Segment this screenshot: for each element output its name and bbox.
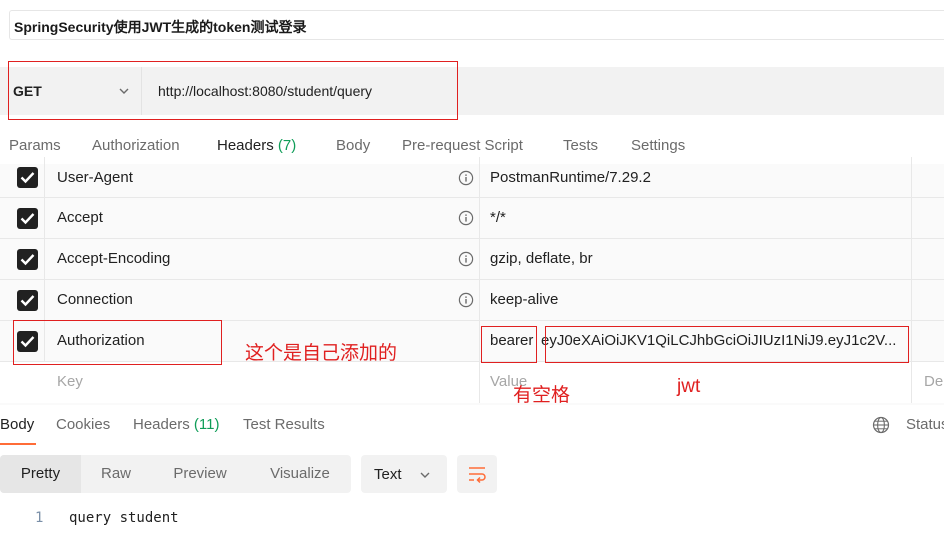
view-pretty[interactable]: Pretty: [0, 455, 81, 493]
header-key[interactable]: Accept-Encoding: [57, 250, 170, 267]
info-icon[interactable]: [458, 210, 474, 226]
method-select[interactable]: GET: [0, 67, 142, 115]
response-tab-test-results[interactable]: Test Results: [243, 416, 325, 433]
view-preview[interactable]: Preview: [151, 455, 249, 493]
header-new-row: Key Value De: [0, 362, 944, 403]
header-value-token[interactable]: eyJ0eXAiOiJKV1QiLCJhbGciOiJIUzI1NiJ9.eyJ…: [541, 332, 896, 349]
response-tab-body[interactable]: Body: [0, 416, 34, 433]
headers-table: User-Agent PostmanRuntime/7.29.2 Accept …: [0, 157, 944, 405]
check-icon: [20, 254, 35, 266]
globe-icon[interactable]: [872, 416, 890, 434]
active-response-tab-indicator: [0, 443, 36, 445]
view-raw[interactable]: Raw: [81, 455, 151, 493]
view-mode-selector: Pretty Raw Preview Visualize: [0, 455, 351, 493]
header-value[interactable]: gzip, deflate, br: [490, 250, 593, 267]
wrap-lines-button[interactable]: [457, 455, 497, 493]
check-icon: [20, 172, 35, 184]
response-tab-headers-count: (11): [193, 416, 220, 433]
annotation-jwt: jwt: [677, 376, 701, 397]
request-name-field[interactable]: SpringSecurity使用JWT生成的token测试登录: [9, 10, 944, 40]
tab-settings[interactable]: Settings: [631, 137, 685, 154]
new-description-input[interactable]: De: [924, 373, 943, 390]
format-select[interactable]: Text: [361, 455, 447, 493]
url-input[interactable]: http://localhost:8080/student/query: [158, 83, 372, 99]
wrap-lines-icon: [469, 467, 486, 484]
chevron-down-icon: [119, 88, 129, 94]
check-icon: [20, 336, 35, 348]
info-icon[interactable]: [458, 251, 474, 267]
view-visualize[interactable]: Visualize: [249, 455, 351, 493]
info-icon[interactable]: [458, 292, 474, 308]
method-label: GET: [13, 83, 42, 99]
check-icon: [20, 213, 35, 225]
header-value-prefix[interactable]: bearer: [490, 332, 533, 349]
header-key[interactable]: User-Agent: [57, 169, 133, 186]
header-key[interactable]: Connection: [57, 291, 133, 308]
response-tabs: Body Cookies Headers (11) Test Results S…: [0, 405, 944, 445]
tab-headers[interactable]: Headers (7): [217, 137, 296, 154]
response-tab-headers-label: Headers: [133, 416, 190, 433]
header-enabled-checkbox[interactable]: [17, 249, 38, 270]
header-enabled-checkbox[interactable]: [17, 290, 38, 311]
header-value[interactable]: PostmanRuntime/7.29.2: [490, 169, 651, 186]
tab-params[interactable]: Params: [9, 137, 61, 154]
header-row: User-Agent PostmanRuntime/7.29.2: [0, 157, 944, 198]
request-title-bar: SpringSecurity使用JWT生成的token测试登录: [0, 0, 944, 52]
header-key[interactable]: Accept: [57, 209, 103, 226]
new-key-input[interactable]: Key: [57, 373, 83, 390]
header-value[interactable]: */*: [490, 209, 506, 226]
tab-headers-label: Headers: [217, 137, 274, 154]
header-value[interactable]: keep-alive: [490, 291, 558, 308]
response-tab-cookies[interactable]: Cookies: [56, 416, 110, 433]
header-enabled-checkbox[interactable]: [17, 331, 38, 352]
line-number: 1: [35, 510, 44, 526]
tab-headers-count: (7): [277, 137, 297, 154]
annotation-has-space: 有空格: [513, 385, 571, 406]
info-icon[interactable]: [458, 170, 474, 186]
chevron-down-icon: [420, 472, 430, 478]
response-body-text[interactable]: query student: [69, 510, 179, 526]
header-key[interactable]: Authorization: [57, 332, 145, 349]
request-title[interactable]: SpringSecurity使用JWT生成的token测试登录: [14, 17, 306, 37]
tab-pre-request-script[interactable]: Pre-request Script: [402, 137, 523, 154]
response-tab-headers[interactable]: Headers (11): [133, 416, 219, 433]
format-label: Text: [374, 466, 402, 483]
tab-authorization[interactable]: Authorization: [92, 137, 180, 154]
header-row: Accept-Encoding gzip, deflate, br: [0, 239, 944, 280]
header-row: Authorization bearer eyJ0eXAiOiJKV1QiLCJ…: [0, 321, 944, 362]
check-icon: [20, 295, 35, 307]
request-bar: GET http://localhost:8080/student/query: [0, 67, 944, 115]
header-enabled-checkbox[interactable]: [17, 167, 38, 188]
header-row: Accept */*: [0, 198, 944, 239]
annotation-self-added: 这个是自己添加的: [245, 343, 398, 364]
tab-tests[interactable]: Tests: [563, 137, 598, 154]
header-row: Connection keep-alive: [0, 280, 944, 321]
header-enabled-checkbox[interactable]: [17, 208, 38, 229]
tab-body[interactable]: Body: [336, 137, 370, 154]
status-label: Status: [906, 416, 944, 433]
